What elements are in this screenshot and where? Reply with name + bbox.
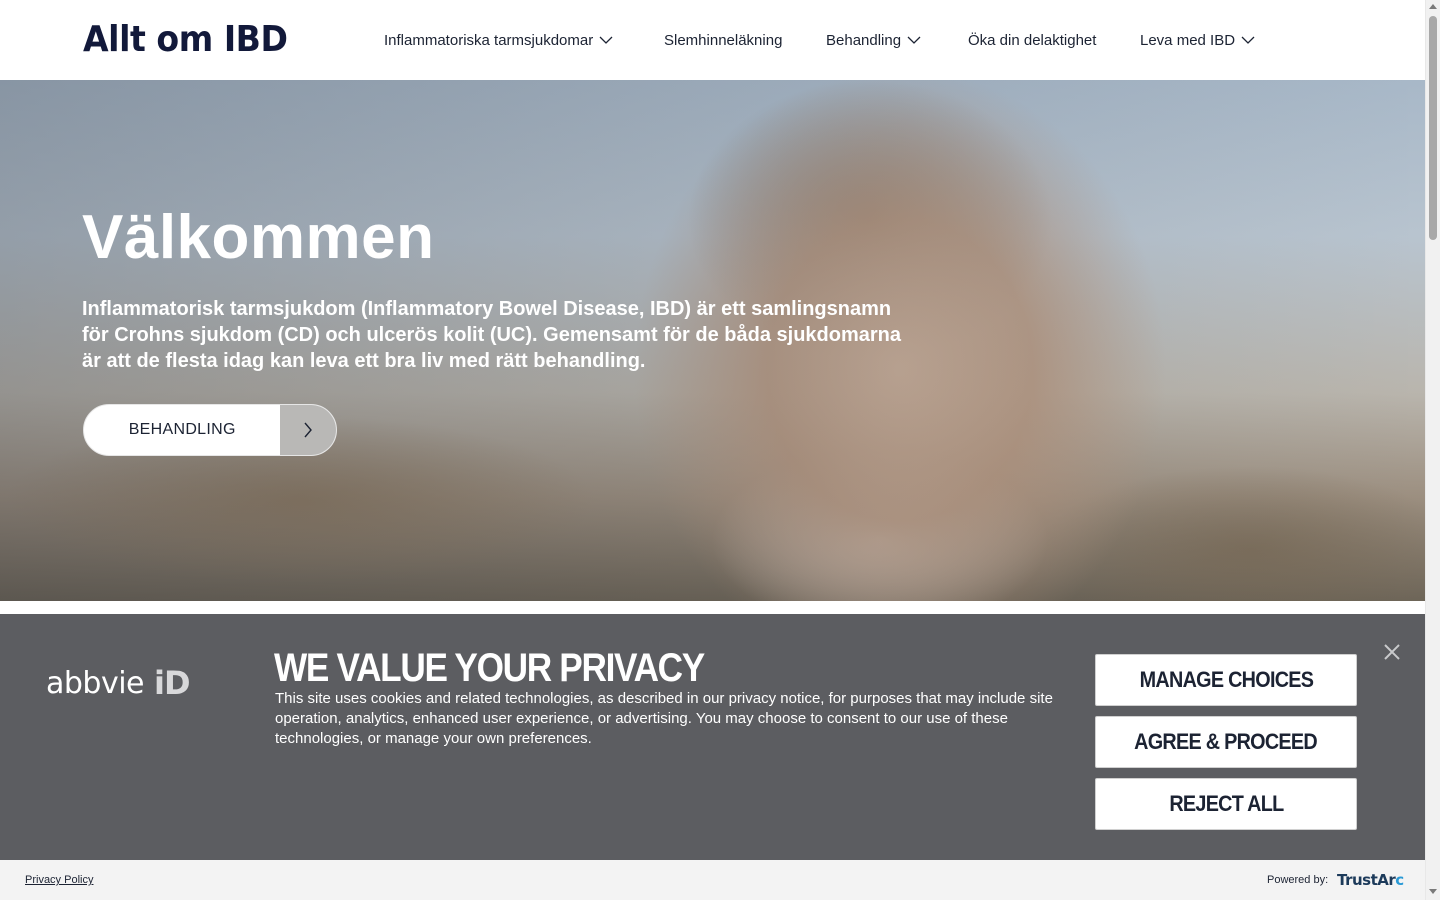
chevron-down-icon [1241,36,1255,44]
consent-footer-bar: Privacy Policy Powered by: TrustArc [0,860,1425,900]
nav-item-label: Leva med IBD [1140,31,1236,49]
nav-item-oka-din-delaktighet[interactable]: Öka din delaktighet [968,30,1096,50]
nav-item-label: Behandling [826,31,902,49]
privacy-policy-link[interactable]: Privacy Policy [25,874,93,886]
nav-item-leva-med-ibd[interactable]: Leva med IBD [1140,30,1255,50]
site-header: Allt om IBD Inflammatoriska tarmsjukdoma… [0,0,1425,80]
main-nav: Inflammatoriska tarmsjukdomar Slemhinnel… [384,0,1425,80]
nav-item-inflammatoriska-tarmsjukdomar[interactable]: Inflammatoriska tarmsjukdomar [384,30,613,50]
powered-by-label: Powered by: [1267,874,1329,886]
chevron-down-icon [907,36,921,44]
agree-proceed-label: AGREE & PROCEED [1134,729,1319,754]
hero-banner: Välkommen Inflammatorisk tarmsjukdom (In… [0,80,1425,601]
close-icon[interactable] [1382,642,1402,662]
trustarc-logo-main: TrustAr [1337,871,1396,889]
trustarc-logo-accent: c [1395,871,1404,889]
cookie-description: This site uses cookies and related techn… [275,690,1053,747]
cookie-title: WE VALUE YOUR PRIVACY [274,646,705,690]
hero-title: Välkommen [82,203,435,272]
nav-item-slemhinnelakning[interactable]: Slemhinneläkning [664,30,782,50]
reject-all-button[interactable]: REJECT ALL [1095,778,1357,830]
abbvie-logo-word: abbvie [46,665,145,701]
site-logo[interactable]: Allt om IBD [83,18,288,62]
chevron-right-icon [280,405,336,455]
scroll-down-arrow-icon[interactable] [1429,889,1437,894]
manage-choices-button[interactable]: MANAGE CHOICES [1095,654,1357,706]
abbvie-logo: abbvie iD [46,664,191,702]
behandling-button[interactable]: BEHANDLING [83,404,337,456]
chevron-down-icon [599,36,613,44]
cookie-consent-banner: abbvie iD WE VALUE YOUR PRIVACY This sit… [0,614,1425,860]
agree-proceed-button[interactable]: AGREE & PROCEED [1095,716,1357,768]
trustarc-logo[interactable]: TrustArc [1337,871,1404,889]
manage-choices-label: MANAGE CHOICES [1139,667,1313,692]
nav-item-label: Slemhinneläkning [664,31,783,49]
nav-item-label: Öka din delaktighet [968,31,1097,49]
hero-description: Inflammatorisk tarmsjukdom (Inflammatory… [82,298,902,372]
scrollbar-thumb[interactable] [1429,16,1437,240]
abbvie-logo-id: iD [154,664,191,702]
behandling-button-label: BEHANDLING [128,421,236,438]
nav-item-behandling[interactable]: Behandling [826,30,921,50]
nav-item-label: Inflammatoriska tarmsjukdomar [384,31,594,49]
reject-all-label: REJECT ALL [1168,791,1284,816]
page-scrollbar[interactable] [1425,0,1440,900]
scroll-up-arrow-icon[interactable] [1429,4,1437,9]
